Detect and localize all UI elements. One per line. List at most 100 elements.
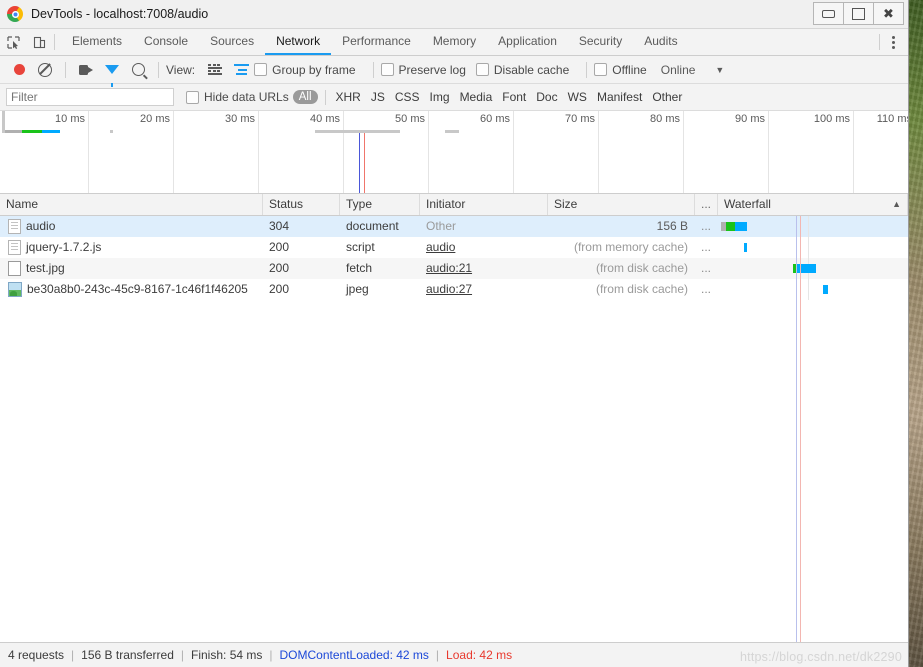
tab-network[interactable]: Network — [265, 29, 332, 55]
search-button[interactable] — [125, 56, 151, 83]
tab-label: Security — [578, 34, 623, 48]
checkbox-icon — [475, 63, 489, 76]
filter-type-ws[interactable]: WS — [568, 90, 587, 104]
document-icon — [8, 219, 21, 234]
list-view-button[interactable] — [202, 56, 228, 83]
filter-type-js[interactable]: JS — [371, 90, 385, 104]
tab-memory[interactable]: Memory — [422, 29, 487, 55]
initiator-link[interactable]: audio — [426, 240, 455, 254]
column-header-status[interactable]: Status — [263, 194, 340, 215]
initiator-link[interactable]: audio:27 — [426, 282, 472, 296]
waterfall-segment-download — [744, 243, 747, 252]
inspect-element-icon[interactable] — [0, 29, 26, 55]
record-button-icon — [13, 64, 25, 75]
kebab-menu-icon[interactable] — [882, 29, 904, 55]
filter-type-xhr[interactable]: XHR — [336, 90, 361, 104]
minimize-button[interactable] — [813, 2, 844, 25]
clear-button[interactable] — [32, 56, 58, 83]
cell-name: be30a8b0-243c-45c9-8167-1c46f1f46205 — [0, 279, 263, 300]
table-row[interactable]: test.jpg 200 fetch audio:21 (from disk c… — [0, 258, 908, 279]
cell-status: 200 — [269, 282, 290, 296]
cell-overflow: ... — [701, 240, 712, 254]
tab-application[interactable]: Application — [487, 29, 568, 55]
filter-type-media[interactable]: Media — [460, 90, 493, 104]
sort-ascending-icon[interactable]: ▲ — [892, 194, 901, 215]
table-row[interactable]: be30a8b0-243c-45c9-8167-1c46f1f46205 200… — [0, 279, 908, 300]
column-header-overflow[interactable]: ... — [695, 194, 718, 215]
cell-waterfall — [718, 279, 908, 300]
filter-input[interactable] — [6, 88, 174, 106]
maximize-button[interactable] — [843, 2, 874, 25]
cell-waterfall — [718, 237, 908, 258]
filter-type-other[interactable]: Other — [652, 90, 682, 104]
overview-request-bar — [22, 130, 42, 133]
checkbox-icon — [186, 90, 199, 104]
status-dom-content-loaded: DOMContentLoaded: 42 ms — [279, 648, 429, 662]
chevron-down-icon[interactable]: ▼ — [715, 65, 724, 75]
column-header-size[interactable]: Size — [548, 194, 695, 215]
image-file-icon — [8, 282, 22, 297]
requests-table: Name Status Type Initiator Size ... Wate… — [0, 194, 908, 642]
filter-type-all[interactable]: All — [292, 90, 318, 104]
filter-type-doc[interactable]: Doc — [536, 90, 557, 104]
tab-elements[interactable]: Elements — [61, 29, 133, 55]
tab-audits[interactable]: Audits — [633, 29, 688, 55]
network-overview-timeline[interactable]: 10 ms 20 ms 30 ms 40 ms 50 ms 60 ms 70 m… — [0, 111, 908, 194]
overview-request-bar — [315, 130, 400, 133]
filter-type-manifest[interactable]: Manifest — [597, 90, 642, 104]
cell-type: script — [346, 240, 375, 254]
cell-initiator: audio — [420, 237, 548, 258]
tab-label: Sources — [210, 34, 255, 48]
filter-toggle-button[interactable] — [99, 56, 125, 87]
capture-screenshots-button[interactable] — [73, 56, 99, 83]
cell-type: jpeg — [346, 282, 369, 296]
table-row[interactable]: jquery-1.7.2.js 200 script audio (from m… — [0, 237, 908, 258]
column-header-name[interactable]: Name — [0, 194, 263, 215]
hide-data-urls-checkbox[interactable]: Hide data URLs — [186, 90, 289, 104]
group-by-frame-checkbox[interactable]: Group by frame — [254, 63, 356, 77]
status-requests: 4 requests — [8, 648, 65, 662]
waterfall-view-button[interactable] — [228, 56, 254, 83]
disable-cache-checkbox[interactable]: Disable cache — [475, 63, 569, 77]
preserve-log-checkbox[interactable]: Preserve log — [380, 62, 466, 77]
tab-sources[interactable]: Sources — [199, 29, 265, 55]
cell-type: fetch — [346, 261, 373, 275]
throttling-select[interactable]: Online — [661, 63, 696, 77]
column-header-initiator[interactable]: Initiator — [420, 194, 548, 215]
maximize-icon — [852, 7, 865, 20]
overview-tick-label: 40 ms — [310, 113, 340, 125]
filter-type-img[interactable]: Img — [430, 90, 450, 104]
offline-checkbox[interactable]: Offline — [594, 63, 647, 77]
record-button[interactable] — [6, 56, 32, 83]
status-bar: 4 requests | 156 B transferred | Finish:… — [0, 642, 908, 667]
overview-tick-label: 90 ms — [735, 113, 765, 125]
overview-tick-label: 110 ms — [876, 113, 908, 125]
overview-tick-label: 70 ms — [565, 113, 595, 125]
request-name: audio — [26, 219, 56, 233]
close-icon: ✖ — [883, 6, 894, 21]
overview-request-bar — [5, 130, 22, 133]
table-row[interactable]: audio 304 document Other 156 B ... — [0, 216, 908, 237]
tab-label: Network — [276, 34, 321, 48]
tab-console[interactable]: Console — [133, 29, 199, 55]
column-header-waterfall[interactable]: Waterfall ▲ — [718, 194, 908, 215]
column-header-type[interactable]: Type — [340, 194, 420, 215]
toggle-device-toolbar-icon[interactable] — [26, 29, 52, 55]
preserve-log-label: Preserve log — [398, 62, 466, 77]
filter-type-css[interactable]: CSS — [395, 90, 420, 104]
close-button[interactable]: ✖ — [873, 2, 904, 25]
overview-tick-label: 100 ms — [813, 113, 850, 125]
tab-label: Performance — [342, 34, 411, 48]
cell-type: document — [346, 219, 399, 233]
overview-tick-label: 60 ms — [480, 113, 510, 125]
request-name: be30a8b0-243c-45c9-8167-1c46f1f46205 — [27, 282, 248, 296]
tab-performance[interactable]: Performance — [331, 29, 422, 55]
cell-overflow: ... — [701, 282, 712, 296]
request-name: test.jpg — [26, 261, 65, 275]
initiator-link[interactable]: audio:21 — [426, 261, 472, 275]
load-marker — [364, 133, 365, 193]
tab-label: Console — [144, 34, 189, 48]
tab-security[interactable]: Security — [568, 29, 633, 55]
filter-type-font[interactable]: Font — [502, 90, 526, 104]
view-label: View: — [166, 62, 196, 77]
